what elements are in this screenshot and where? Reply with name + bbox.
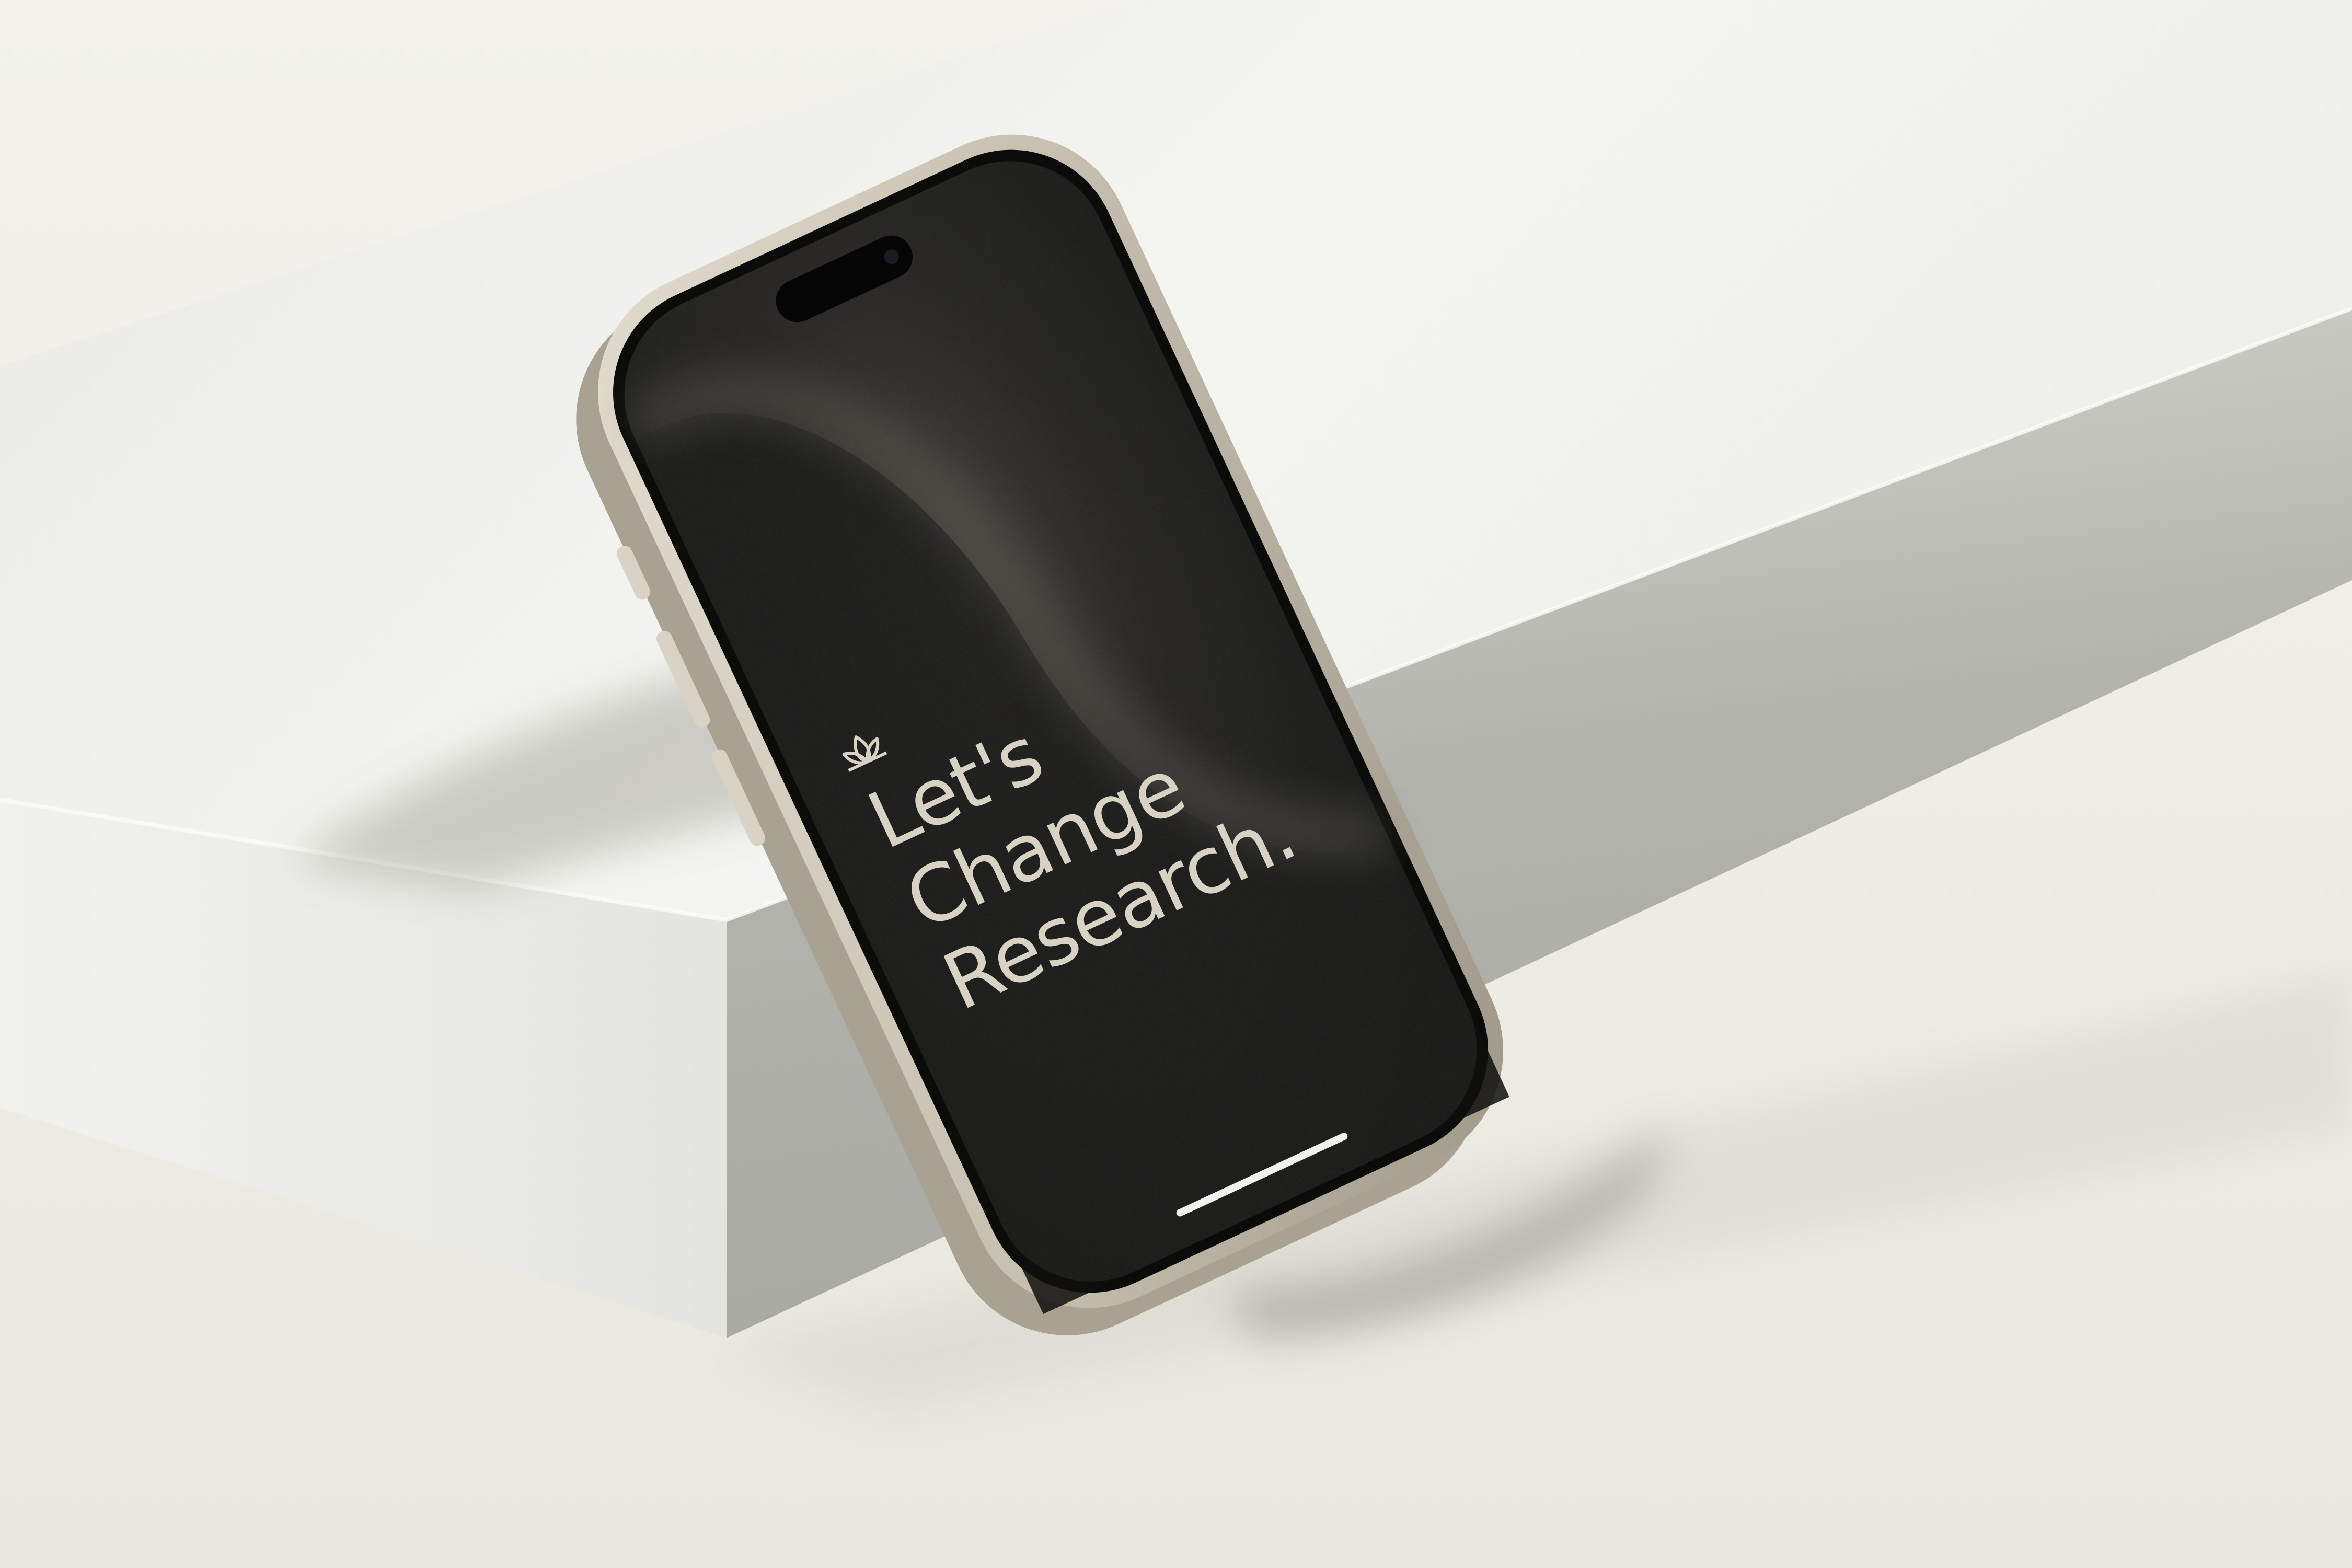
product-scene: Let's Change Research. (0, 0, 2352, 1568)
